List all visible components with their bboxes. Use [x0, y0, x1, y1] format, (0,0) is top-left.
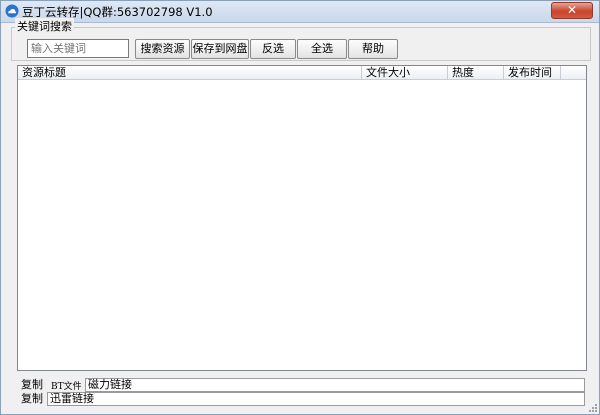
column-publish-time[interactable]: 发布时间: [504, 66, 561, 79]
magnet-row: 复制 BT文件 磁力链接: [17, 378, 587, 392]
select-all-button[interactable]: 全选: [297, 39, 347, 59]
invert-selection-button[interactable]: 反选: [250, 39, 296, 59]
cloud-app-icon: [5, 4, 19, 18]
search-button[interactable]: 搜索资源: [135, 39, 190, 59]
thunder-row: 复制 迅雷链接: [17, 392, 587, 406]
results-list[interactable]: 资源标题 文件大小 热度 发布时间: [17, 65, 587, 371]
bt-file-label[interactable]: BT文件: [51, 379, 82, 392]
copy-thunder-button[interactable]: 复制: [21, 392, 43, 405]
group-legend: 关键词搜索: [15, 18, 74, 34]
resize-grip-icon[interactable]: [587, 402, 597, 412]
keyword-input[interactable]: [27, 39, 129, 58]
save-to-cloud-button[interactable]: 保存到网盘: [191, 39, 249, 59]
thunder-link-field[interactable]: 迅雷链接: [47, 392, 585, 406]
help-button[interactable]: 帮助: [348, 39, 398, 59]
copy-magnet-button[interactable]: 复制: [21, 378, 43, 391]
list-header: 资源标题 文件大小 热度 发布时间: [18, 66, 586, 80]
column-file-size[interactable]: 文件大小: [362, 66, 448, 79]
title-bar[interactable]: 豆丁云转存|QQ群:563702798 V1.0 ✕: [1, 1, 599, 23]
close-button[interactable]: ✕: [551, 2, 593, 19]
list-body[interactable]: [18, 80, 586, 370]
column-heat[interactable]: 热度: [448, 66, 504, 79]
magnet-link-field[interactable]: 磁力链接: [85, 378, 585, 392]
app-window: 豆丁云转存|QQ群:563702798 V1.0 ✕ 关键词搜索 搜索资源 保存…: [0, 0, 600, 415]
column-title[interactable]: 资源标题: [18, 66, 362, 79]
